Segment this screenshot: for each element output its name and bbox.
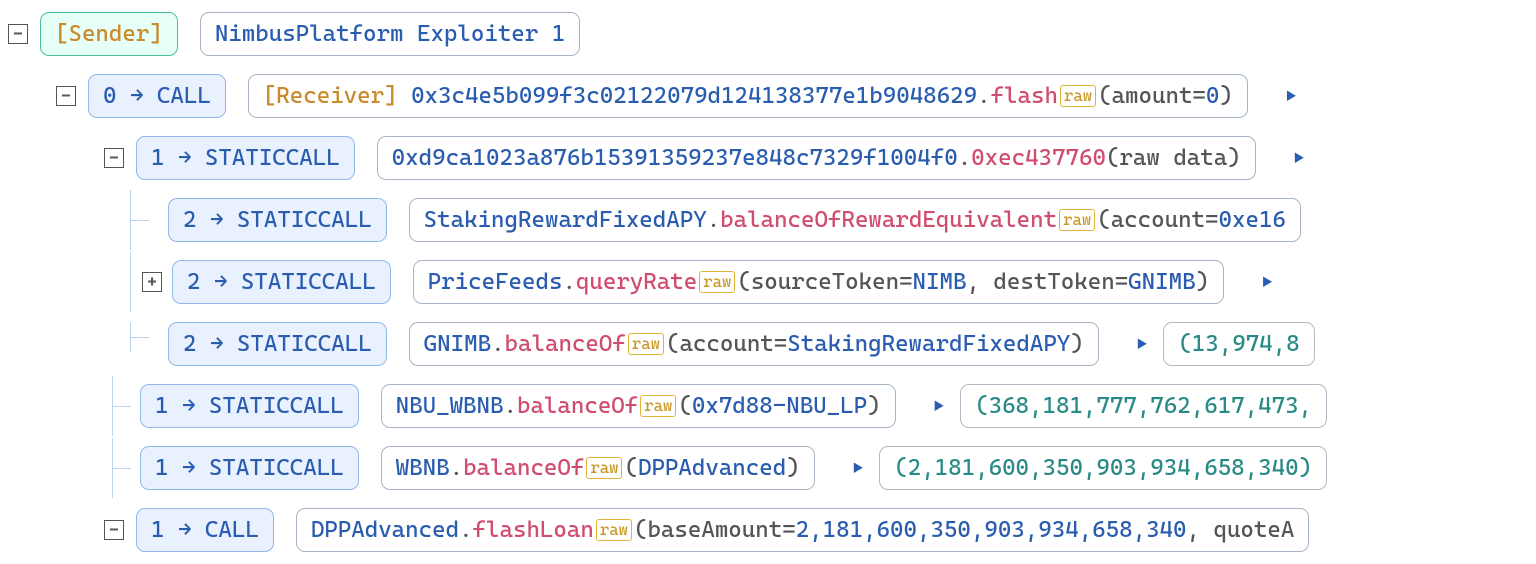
trace-row: 1 → STATICCALL 0xd9ca1023a876b1539135923… — [8, 136, 1528, 180]
function-name: flash — [991, 79, 1058, 114]
trace-row: 1 → STATICCALL NBU_WBNB . balanceOf raw … — [8, 384, 1528, 428]
args-text: (account= — [1097, 203, 1218, 238]
args-text: (raw data) — [1106, 141, 1241, 176]
expand-icon[interactable] — [142, 272, 162, 292]
expand-right-icon[interactable]: ▶ — [1286, 83, 1297, 110]
target-address: StakingRewardFixedAPY — [424, 203, 707, 238]
call-depth-badge[interactable]: 1 → STATICCALL — [140, 446, 359, 491]
expand-right-icon[interactable]: ▶ — [1262, 269, 1273, 296]
function-name: balanceOf — [517, 389, 638, 424]
arg-value: DPPAdvanced — [638, 451, 786, 486]
trace-row: 1 → CALL DPPAdvanced . flashLoan raw (ba… — [8, 508, 1528, 552]
arg-value: 0xe16 — [1219, 203, 1286, 238]
root-contract-pill[interactable]: NimbusPlatform Exploiter 1 — [200, 12, 580, 57]
receiver-label: [Receiver] — [263, 79, 398, 114]
arg-value: GNIMB — [1128, 265, 1195, 300]
sender-badge: [Sender] — [40, 12, 178, 57]
target-address: WBNB — [396, 451, 450, 486]
call-detail-pill[interactable]: DPPAdvanced . flashLoan raw (baseAmount=… — [296, 508, 1310, 553]
arg-value: 0x7d88-NBU_LP — [692, 389, 867, 424]
function-name: 0xec437760 — [971, 141, 1106, 176]
expand-right-icon[interactable]: ▶ — [1137, 331, 1148, 358]
tree-guide — [112, 438, 140, 498]
raw-badge[interactable]: raw — [1060, 85, 1096, 107]
return-value: (2,181,600,350,903,934,658,340) — [894, 451, 1312, 486]
raw-badge[interactable]: raw — [1059, 209, 1095, 231]
return-value: (368,181,777,762,617,473, — [975, 389, 1312, 424]
trace-row: 2 → STATICCALL StakingRewardFixedAPY . b… — [8, 198, 1528, 242]
arg-value: NIMB — [913, 265, 967, 300]
target-address: 0xd9ca1023a876b15391359237e848c7329f1004… — [392, 141, 958, 176]
call-detail-pill[interactable]: GNIMB . balanceOf raw (account= StakingR… — [409, 322, 1099, 367]
arg-value: 0 — [1206, 79, 1219, 114]
raw-badge[interactable]: raw — [640, 395, 676, 417]
trace-row: 2 → STATICCALL PriceFeeds . queryRate ra… — [8, 260, 1528, 304]
collapse-icon[interactable] — [104, 520, 124, 540]
return-value-pill[interactable]: (368,181,777,762,617,473, — [960, 384, 1327, 429]
call-detail-pill[interactable]: [Receiver] 0x3c4e5b099f3c02122079d124138… — [248, 74, 1248, 119]
function-name: balanceOf — [463, 451, 584, 486]
function-name: queryRate — [576, 265, 697, 300]
tree-guide — [130, 252, 138, 312]
trace-row-root: [Sender] NimbusPlatform Exploiter 1 — [8, 12, 1528, 56]
arg-value: StakingRewardFixedAPY — [787, 327, 1070, 362]
call-depth-label: 1 → STATICCALL — [151, 141, 340, 176]
target-address: PriceFeeds — [428, 265, 563, 300]
tree-guide — [130, 190, 158, 250]
call-detail-pill[interactable]: WBNB . balanceOf raw ( DPPAdvanced ) — [381, 446, 815, 491]
return-value-pill[interactable]: (2,181,600,350,903,934,658,340) — [879, 446, 1327, 491]
call-depth-label: 1 → STATICCALL — [155, 451, 344, 486]
function-name: balanceOfRewardEquivalent — [720, 203, 1057, 238]
call-detail-pill[interactable]: StakingRewardFixedAPY . balanceOfRewardE… — [409, 198, 1301, 243]
target-address: DPPAdvanced — [311, 513, 459, 548]
call-depth-badge[interactable]: 2 → STATICCALL — [168, 198, 387, 243]
trace-row: 2 → STATICCALL GNIMB . balanceOf raw (ac… — [8, 322, 1528, 366]
collapse-icon[interactable] — [104, 148, 124, 168]
call-depth-label: 0 → CALL — [103, 79, 211, 114]
trace-row: 0 → CALL [Receiver] 0x3c4e5b099f3c021220… — [8, 74, 1528, 118]
call-depth-label: 1 → CALL — [151, 513, 259, 548]
collapse-icon[interactable] — [56, 86, 76, 106]
call-depth-label: 2 → STATICCALL — [187, 265, 376, 300]
raw-badge[interactable]: raw — [699, 271, 735, 293]
trace-row: 1 → STATICCALL WBNB . balanceOf raw ( DP… — [8, 446, 1528, 490]
expand-right-icon[interactable]: ▶ — [1294, 145, 1305, 172]
target-address: 0x3c4e5b099f3c02122079d124138377e1b90486… — [411, 79, 977, 114]
tree-guide — [112, 376, 140, 436]
function-name: balanceOf — [505, 327, 626, 362]
tree-guide — [130, 322, 158, 352]
expand-right-icon[interactable]: ▶ — [934, 393, 945, 420]
return-value: (13,974,8 — [1178, 327, 1299, 362]
function-name: flashLoan — [473, 513, 594, 548]
call-detail-pill[interactable]: NBU_WBNB . balanceOf raw ( 0x7d88-NBU_LP… — [381, 384, 896, 429]
sender-label: [Sender] — [55, 17, 163, 52]
raw-badge[interactable]: raw — [628, 333, 664, 355]
call-depth-badge[interactable]: 1 → STATICCALL — [140, 384, 359, 429]
args-text: (amount= — [1098, 79, 1206, 114]
call-depth-label: 1 → STATICCALL — [155, 389, 344, 424]
collapse-icon[interactable] — [8, 24, 28, 44]
call-depth-badge[interactable]: 1 → CALL — [136, 508, 274, 553]
call-depth-label: 2 → STATICCALL — [183, 327, 372, 362]
raw-badge[interactable]: raw — [586, 457, 622, 479]
root-contract-name: NimbusPlatform Exploiter 1 — [215, 17, 565, 52]
target-address: NBU_WBNB — [396, 389, 504, 424]
arg-value: 2,181,600,350,903,934,658,340 — [796, 513, 1187, 548]
call-detail-pill[interactable]: PriceFeeds . queryRate raw (sourceToken=… — [413, 260, 1224, 305]
raw-badge[interactable]: raw — [596, 519, 632, 541]
return-value-pill[interactable]: (13,974,8 — [1163, 322, 1314, 367]
expand-right-icon[interactable]: ▶ — [853, 455, 864, 482]
call-depth-badge[interactable]: 1 → STATICCALL — [136, 136, 355, 181]
call-depth-label: 2 → STATICCALL — [183, 203, 372, 238]
call-depth-badge[interactable]: 2 → STATICCALL — [172, 260, 391, 305]
target-address: GNIMB — [424, 327, 491, 362]
call-detail-pill[interactable]: 0xd9ca1023a876b15391359237e848c7329f1004… — [377, 136, 1256, 181]
call-depth-badge[interactable]: 0 → CALL — [88, 74, 226, 119]
call-depth-badge[interactable]: 2 → STATICCALL — [168, 322, 387, 367]
